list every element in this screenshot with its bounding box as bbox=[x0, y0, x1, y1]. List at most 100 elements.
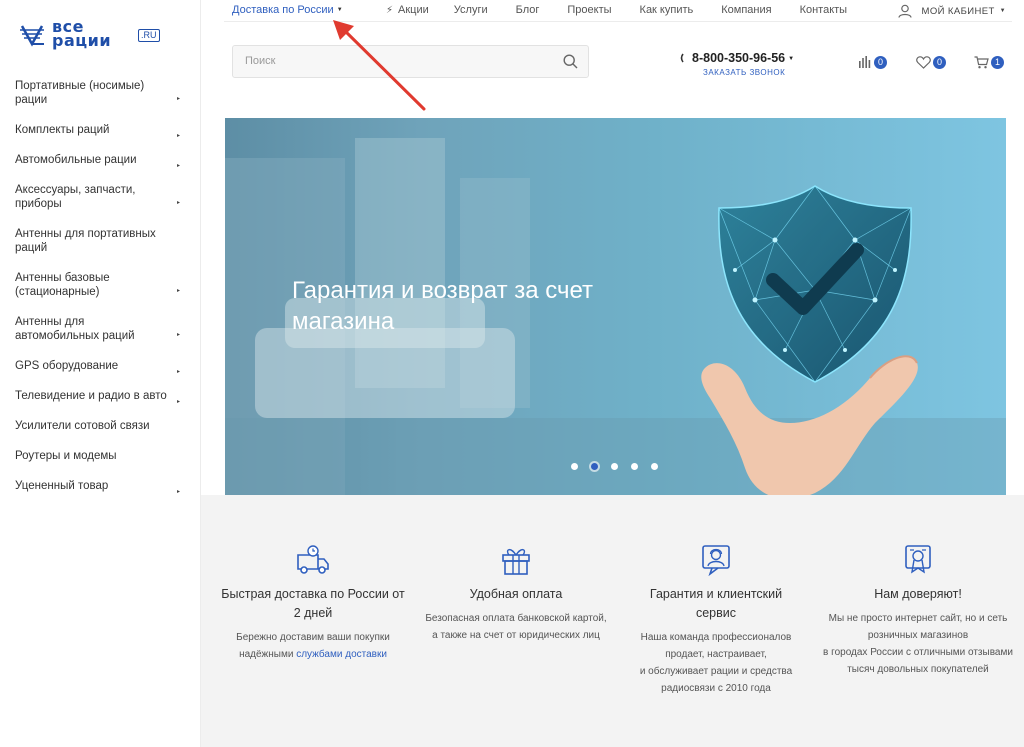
caret-right-icon: ▸ bbox=[176, 200, 180, 206]
hand-icon bbox=[701, 355, 918, 495]
menu-item-label: Усилители сотовой связи bbox=[15, 420, 150, 432]
delivery-label: Доставка по России bbox=[232, 4, 334, 16]
top-bar: Доставка по России ▼ ⚡ Акции Услуги Блог П… bbox=[224, 0, 1012, 22]
features-section: Быстрая доставка по России от 2 дней Бер… bbox=[201, 495, 1024, 747]
catalog-menu: Портативные (носимые) рации ▸ Комплекты р… bbox=[0, 72, 200, 497]
caret-right-icon: ▸ bbox=[176, 163, 180, 169]
menu-item-label: Антенны для автомобильных раций bbox=[15, 316, 135, 342]
lightning-icon: ⚡ bbox=[386, 5, 394, 16]
bar-chart-icon bbox=[859, 56, 871, 68]
caret-right-icon: ▸ bbox=[176, 332, 180, 338]
menu-item-label: Аксессуары, запчасти, приборы bbox=[15, 184, 136, 210]
feature-warranty: Гарантия и клиентский сервис Наша команд… bbox=[621, 543, 811, 697]
favorites-count-badge: 0 bbox=[933, 55, 946, 69]
caret-down-icon: ▼ bbox=[788, 55, 795, 62]
account-label: МОЙ КАБИНЕТ bbox=[921, 5, 995, 17]
feature-text: Бережно доставим ваши покупки надёжными … bbox=[218, 629, 408, 663]
slide-dot[interactable] bbox=[571, 463, 578, 470]
menu-item-portable-antennas[interactable]: Антенны для портативных раций bbox=[0, 223, 200, 259]
feature-payment: Удобная оплата Безопасная оплата банковс… bbox=[421, 543, 611, 644]
delivery-services-link[interactable]: службами доставки bbox=[296, 649, 387, 660]
delivery-truck-icon bbox=[297, 545, 329, 574]
feature-text: Безопасная оплата банковской картой, а т… bbox=[425, 613, 607, 641]
menu-item-label: GPS оборудование bbox=[15, 360, 119, 372]
search-box bbox=[232, 45, 589, 78]
nav-projects[interactable]: Проекты bbox=[567, 4, 611, 16]
menu-item-accessories[interactable]: Аксессуары, запчасти, приборы ▸ bbox=[0, 179, 200, 215]
support-agent-icon bbox=[702, 545, 730, 576]
compare-button[interactable]: 0 bbox=[858, 55, 887, 69]
caret-right-icon: ▸ bbox=[176, 489, 180, 495]
menu-item-kits[interactable]: Комплекты раций ▸ bbox=[0, 119, 200, 141]
callback-link[interactable]: ЗАКАЗАТЬ ЗВОНОК bbox=[703, 68, 785, 77]
caret-right-icon: ▸ bbox=[176, 399, 180, 405]
menu-item-label: Антенны для портативных раций bbox=[15, 228, 156, 254]
menu-item-label: Автомобильные рации bbox=[15, 154, 137, 166]
gift-box-icon bbox=[502, 549, 530, 575]
account-menu[interactable]: МОЙ КАБИНЕТ ▼ bbox=[897, 4, 1006, 18]
logo-antenna-icon bbox=[20, 25, 44, 47]
nav-company[interactable]: Компания bbox=[721, 4, 771, 16]
menu-item-label: Комплекты раций bbox=[15, 124, 110, 136]
phone-number[interactable]: 8-800-350-96-56 ▼ bbox=[692, 51, 794, 65]
logo-text: все рации bbox=[52, 19, 112, 50]
slide-dot-active[interactable] bbox=[591, 463, 598, 470]
user-icon bbox=[897, 4, 912, 18]
menu-item-boosters[interactable]: Усилители сотовой связи bbox=[0, 415, 200, 437]
nav-promotions[interactable]: ⚡ Акции bbox=[386, 4, 429, 16]
caret-right-icon: ▸ bbox=[176, 369, 180, 375]
logo-line-2: рации bbox=[52, 31, 112, 50]
compare-count-badge: 0 bbox=[874, 55, 887, 69]
menu-item-base-antennas[interactable]: Антенны базовые (стационарные) ▸ bbox=[0, 267, 200, 303]
logo-domain: .RU bbox=[138, 29, 160, 42]
nav-label: Акции bbox=[398, 4, 429, 16]
hero-banner[interactable]: Гарантия и возврат за счет магазина bbox=[225, 118, 1006, 495]
feature-title: Быстрая доставка по России от 2 дней bbox=[221, 587, 405, 620]
caret-right-icon: ▸ bbox=[176, 288, 180, 294]
feature-text: Наша команда профессионалов продает, нас… bbox=[639, 632, 793, 694]
menu-item-car-antennas[interactable]: Антенны для автомобильных раций ▸ bbox=[0, 311, 200, 347]
top-navigation: ⚡ Акции Услуги Блог Проекты Как купить Ко… bbox=[386, 4, 847, 16]
menu-item-label: Телевидение и радио в авто bbox=[15, 390, 167, 402]
favorites-button[interactable]: 0 bbox=[916, 55, 946, 69]
cart-button[interactable]: 1 bbox=[974, 55, 1004, 69]
caret-right-icon: ▸ bbox=[176, 133, 180, 139]
search-input[interactable] bbox=[245, 55, 545, 67]
site-logo[interactable]: все рации .RU bbox=[18, 19, 168, 54]
menu-item-label: Портативные (носимые) рации bbox=[15, 80, 145, 106]
search-icon[interactable] bbox=[563, 54, 578, 69]
feature-title: Удобная оплата bbox=[469, 587, 563, 601]
nav-contacts[interactable]: Контакты bbox=[800, 4, 848, 16]
nav-how-to-buy[interactable]: Как купить bbox=[640, 4, 694, 16]
nav-services[interactable]: Услуги bbox=[454, 4, 488, 16]
feature-title: Гарантия и клиентский сервис bbox=[649, 587, 783, 620]
slide-dot[interactable] bbox=[631, 463, 638, 470]
menu-item-routers[interactable]: Роутеры и модемы bbox=[0, 445, 200, 467]
cart-count-badge: 1 bbox=[991, 55, 1004, 69]
delivery-region-selector[interactable]: Доставка по России ▼ bbox=[232, 4, 343, 16]
slide-dot[interactable] bbox=[611, 463, 618, 470]
caret-down-icon: ▼ bbox=[336, 7, 343, 14]
menu-item-label: Роутеры и модемы bbox=[15, 450, 117, 462]
menu-item-label: Уцененный товар bbox=[15, 480, 109, 492]
shopping-cart-icon bbox=[974, 55, 989, 68]
slide-dot[interactable] bbox=[651, 463, 658, 470]
feature-title: Нам доверяют! bbox=[874, 587, 962, 601]
banner-title: Гарантия и возврат за счет магазина bbox=[292, 277, 594, 335]
menu-item-portable[interactable]: Портативные (носимые) рации ▸ bbox=[0, 75, 200, 111]
menu-item-gps[interactable]: GPS оборудование ▸ bbox=[0, 355, 200, 377]
certificate-icon bbox=[905, 545, 931, 574]
phone-label: 8-800-350-96-56 bbox=[692, 51, 786, 65]
caret-down-icon: ▼ bbox=[999, 8, 1006, 14]
phone-handset-icon bbox=[680, 53, 684, 63]
slider-pagination bbox=[571, 463, 658, 470]
feature-text: Мы не просто интернет сайт, но и сеть ро… bbox=[823, 613, 1013, 675]
sidebar: все рации .RU Портативные (носимые) раци… bbox=[0, 0, 201, 747]
nav-blog[interactable]: Блог bbox=[516, 4, 540, 16]
caret-right-icon: ▸ bbox=[176, 96, 180, 102]
menu-item-discounted[interactable]: Уцененный товар ▸ bbox=[0, 475, 200, 497]
feature-delivery: Быстрая доставка по России от 2 дней Бер… bbox=[218, 543, 408, 663]
menu-item-tv-radio[interactable]: Телевидение и радио в авто ▸ bbox=[0, 385, 200, 407]
menu-item-label: Антенны базовые (стационарные) bbox=[15, 272, 110, 298]
menu-item-car[interactable]: Автомобильные рации ▸ bbox=[0, 149, 200, 171]
